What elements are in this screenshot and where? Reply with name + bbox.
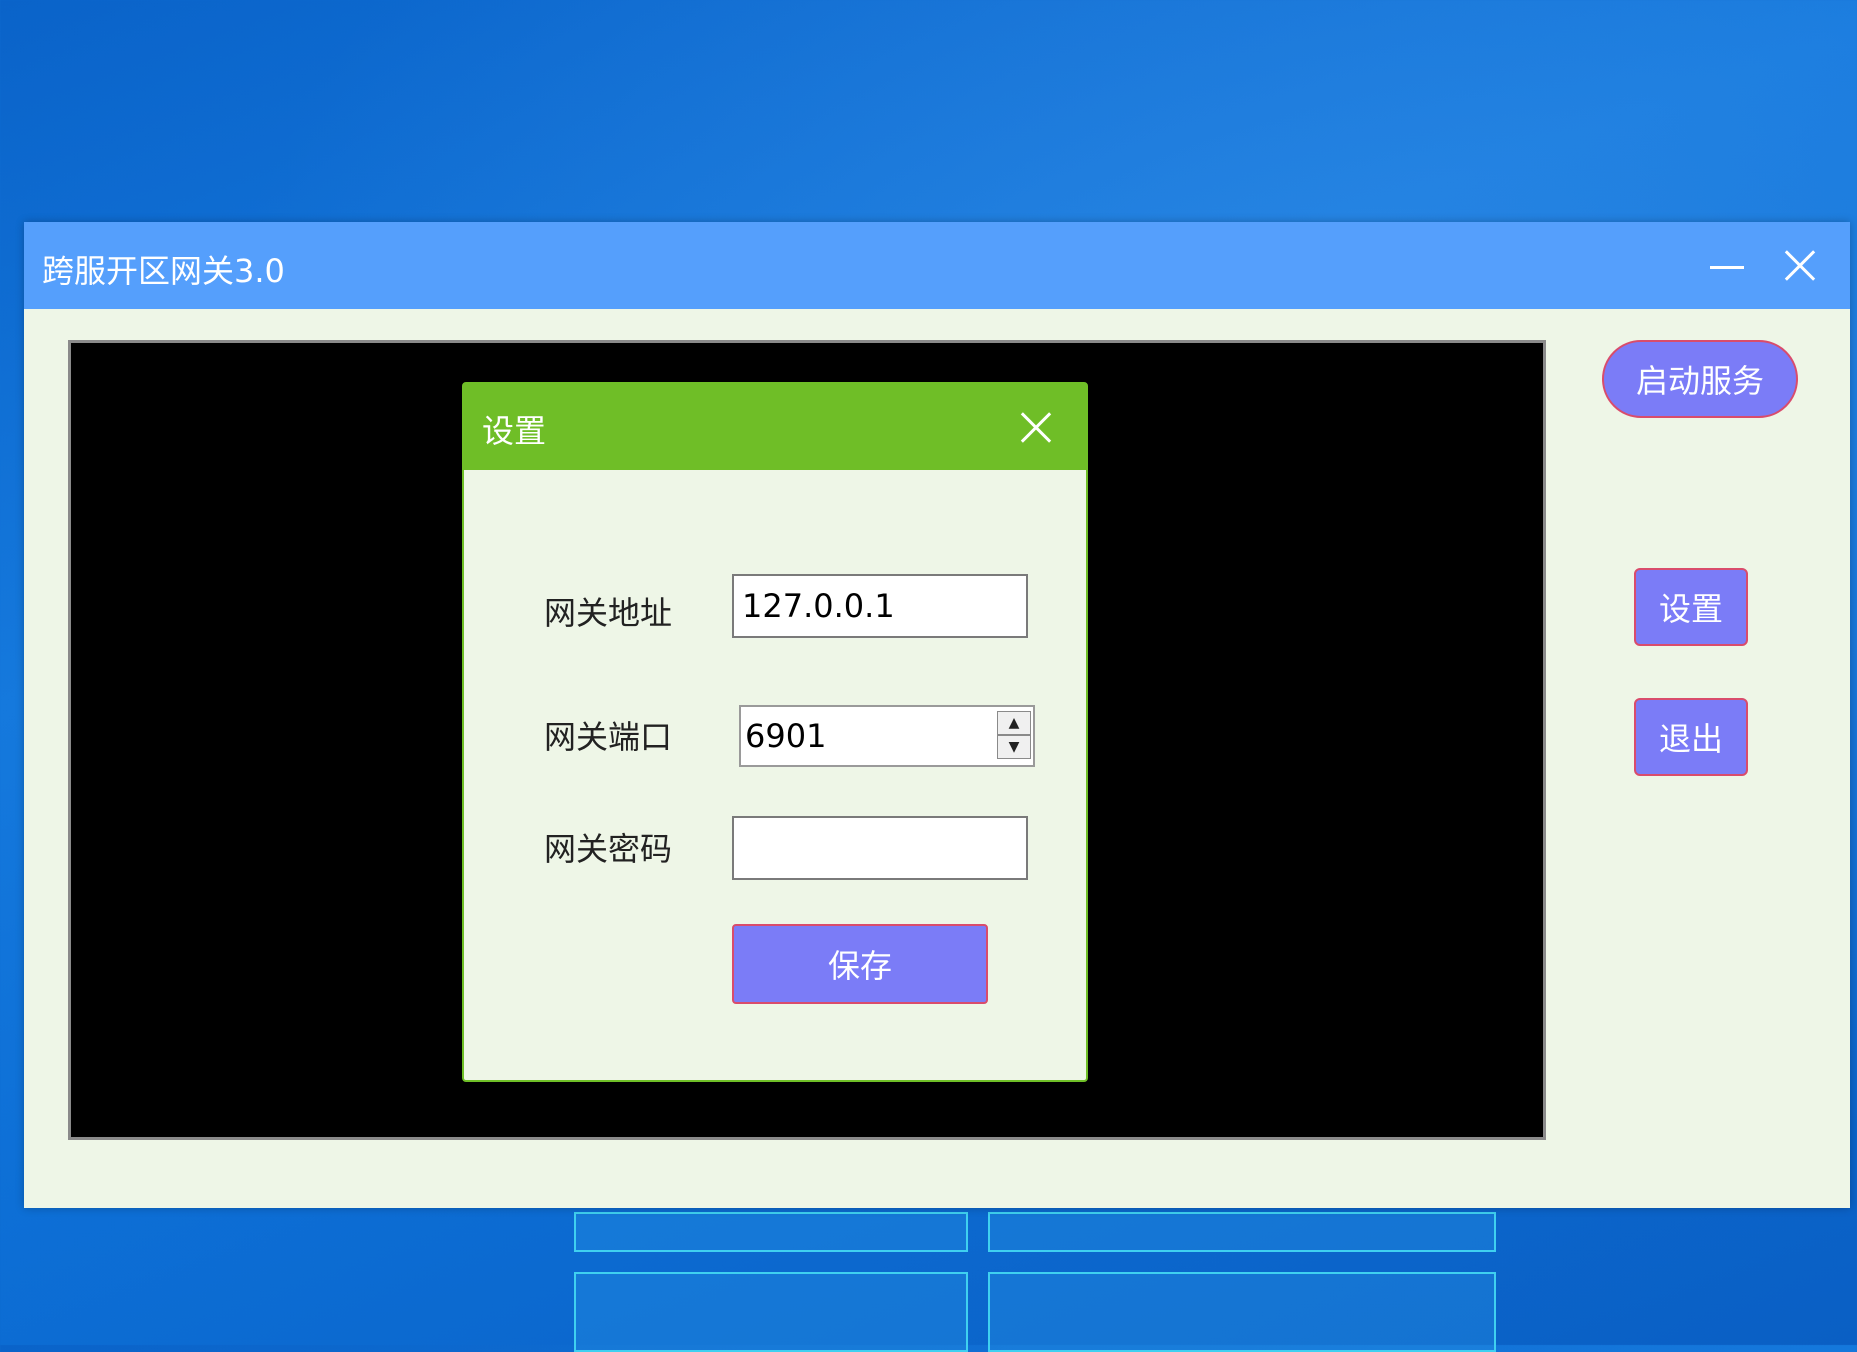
address-field[interactable]: [732, 574, 1028, 638]
dialog-title-bar[interactable]: 设置: [464, 384, 1086, 470]
close-icon[interactable]: [1770, 236, 1830, 296]
password-field[interactable]: [732, 816, 1028, 880]
windows-logo-pane-top-right: [988, 1212, 1496, 1252]
port-stepper[interactable]: 6901 ▲ ▼: [739, 705, 1035, 767]
stepper-buttons: ▲ ▼: [997, 711, 1031, 761]
save-button[interactable]: 保存: [732, 924, 988, 1004]
title-bar[interactable]: 跨服开区网关3.0: [24, 222, 1850, 309]
windows-logo-pane-bottom-right: [988, 1272, 1496, 1352]
settings-button[interactable]: 设置: [1634, 568, 1748, 646]
address-label: 网关地址: [544, 594, 673, 632]
chevron-up-icon[interactable]: ▲: [997, 711, 1031, 735]
windows-logo-pane-top-left: [574, 1212, 968, 1252]
password-label: 网关密码: [544, 830, 673, 868]
start-service-button[interactable]: 启动服务: [1602, 340, 1798, 418]
exit-button[interactable]: 退出: [1634, 698, 1748, 776]
windows-logo-pane-bottom-left: [574, 1272, 968, 1352]
settings-dialog: 设置 网关地址 网关端口 6901 ▲ ▼ 网关密码 保存: [462, 382, 1088, 1082]
chevron-down-icon[interactable]: ▼: [997, 735, 1031, 759]
dialog-title: 设置: [482, 412, 547, 450]
window-title: 跨服开区网关3.0: [42, 252, 285, 290]
minimize-icon[interactable]: [1696, 236, 1756, 296]
port-value[interactable]: 6901: [745, 717, 826, 755]
close-icon[interactable]: [1012, 402, 1062, 452]
port-label: 网关端口: [544, 718, 673, 756]
